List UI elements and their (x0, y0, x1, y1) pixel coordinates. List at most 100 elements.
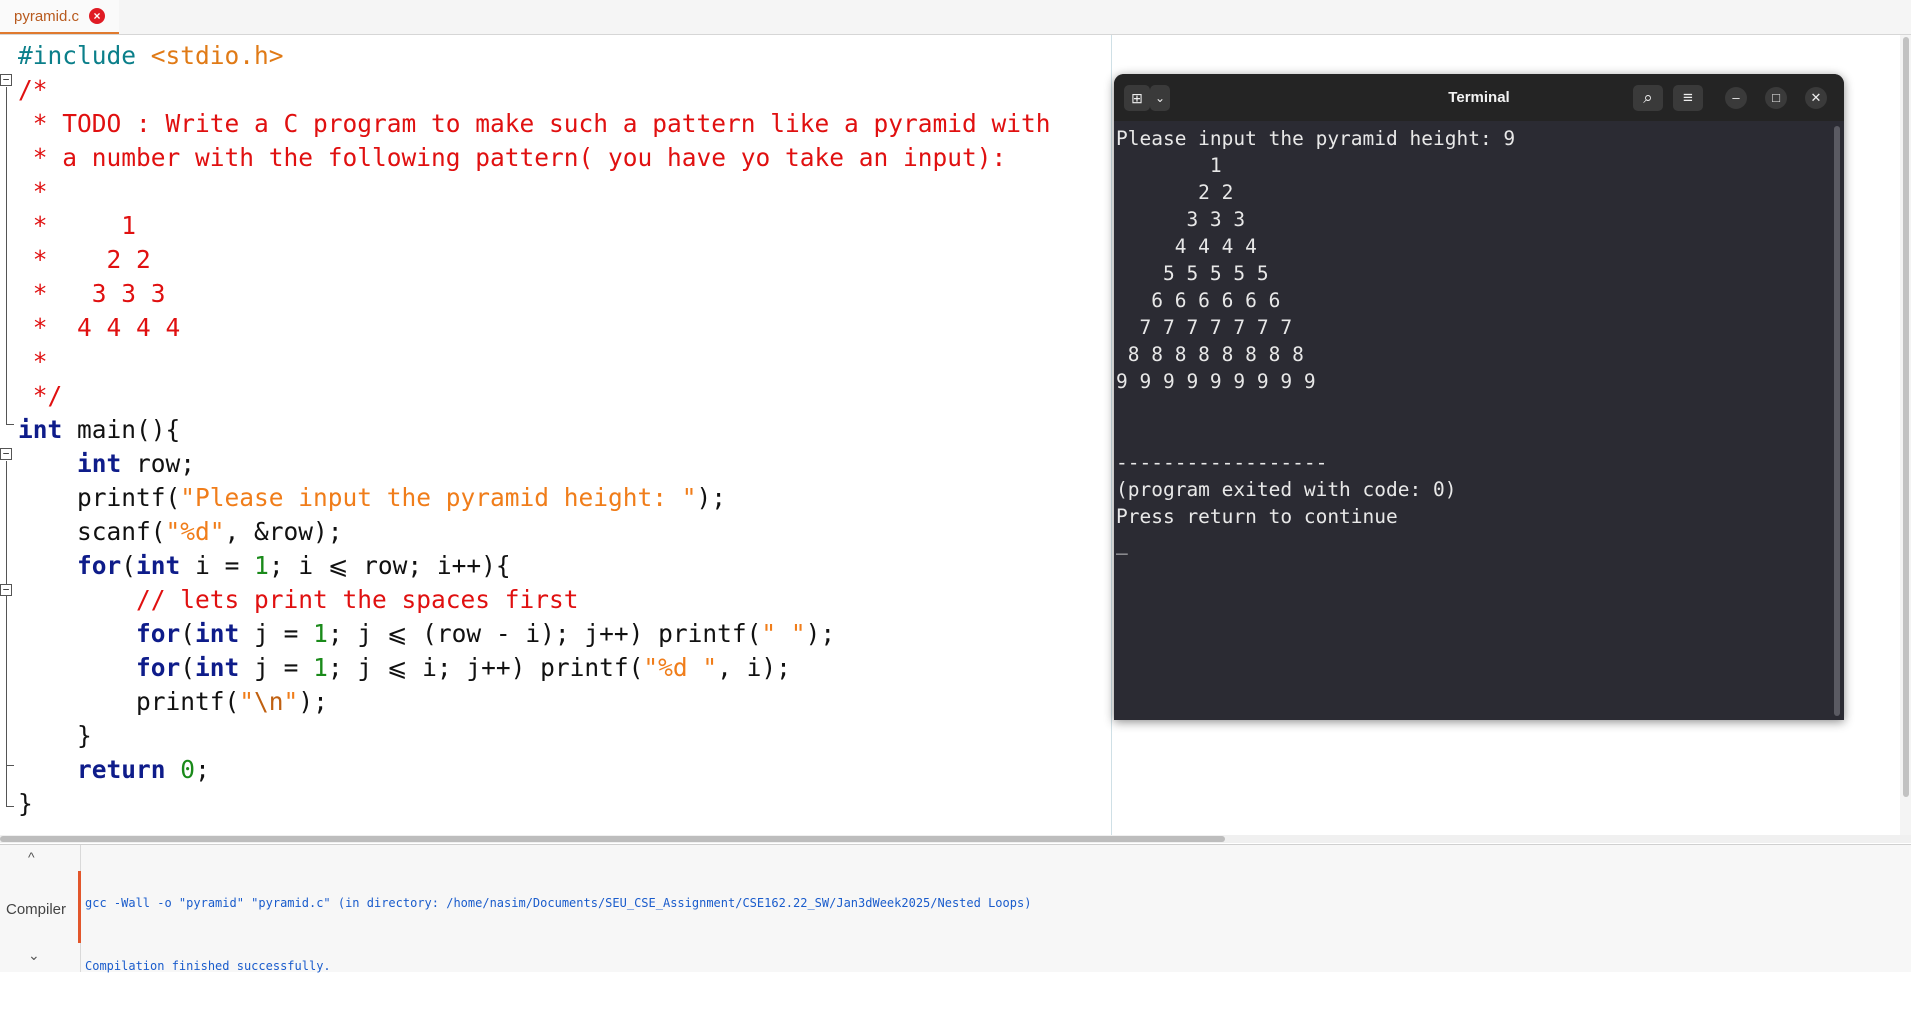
code-token: j = (239, 653, 314, 682)
code-token: * 3 3 3 (18, 279, 166, 308)
code-token: " (283, 687, 299, 716)
tab-pyramid-c[interactable]: pyramid.c × (0, 0, 120, 34)
terminal-line: 2 2 (1116, 181, 1234, 204)
code-token: ); (298, 687, 328, 716)
code-token: } (18, 721, 92, 750)
scrollbar-thumb[interactable] (0, 836, 1225, 842)
chevron-up-icon[interactable]: ^ (28, 849, 35, 865)
terminal-line: ------------------ (1116, 451, 1328, 474)
code-token: "%d " (643, 653, 718, 682)
code-token: , i); (717, 653, 791, 682)
fold-end-marker (6, 806, 14, 807)
terminal-line: 8 8 8 8 8 8 8 8 (1116, 343, 1304, 366)
editor-vertical-scrollbar[interactable] (1900, 35, 1911, 835)
fold-line (6, 87, 7, 424)
code-line: #include <stdio.h> (18, 39, 1051, 73)
code-token: // lets print the spaces first (18, 585, 579, 614)
code-token: * 2 2 (18, 245, 151, 274)
code-line: scanf("%d", &row); (18, 515, 1051, 549)
code-line: // lets print the spaces first (18, 583, 1051, 617)
code-line: } (18, 719, 1051, 753)
code-line: int row; (18, 447, 1051, 481)
code-token: 0 (180, 755, 196, 784)
code-token: * TODO : Write a C program to make such … (18, 109, 1051, 138)
terminal-window[interactable]: ⊞ ⌄ ⌕ ≡ – □ ✕ Terminal Please input the … (1114, 74, 1844, 720)
message-panel: ^ Compiler ⌄ gcc -Wall -o "pyramid" "pyr… (0, 844, 1911, 973)
code-line: * 3 3 3 (18, 277, 1051, 311)
code-token: } (18, 789, 33, 818)
code-token: ; j ⩽ i; j++) printf( (327, 653, 644, 682)
code-token: * (18, 347, 48, 376)
code-line: * 2 2 (18, 243, 1051, 277)
code-token: int (77, 449, 122, 478)
code-token: for (136, 653, 181, 682)
fold-gutter: − − − (0, 35, 14, 835)
code-line: return 0; (18, 753, 1051, 787)
code-token: ; (195, 755, 210, 784)
code-token: i = (180, 551, 255, 580)
active-tab-indicator (78, 871, 81, 943)
terminal-line: 1 (1116, 154, 1222, 177)
tab-close-icon[interactable]: × (89, 8, 106, 24)
code-token: * 1 (18, 211, 137, 240)
long-line-marker (1111, 35, 1112, 835)
new-tab-icon[interactable]: ⊞ (1124, 85, 1150, 111)
code-token: ; j ⩽ (row - i); j++) printf( (327, 619, 762, 648)
code-token: printf( (18, 687, 240, 716)
code-token: scanf( (18, 517, 166, 546)
code-token: 1 (313, 653, 328, 682)
code-line: */ (18, 379, 1051, 413)
chevron-down-icon[interactable]: ⌄ (28, 947, 40, 964)
code-token: ; i ⩽ row; i++){ (268, 551, 511, 580)
code-token: row; (121, 449, 196, 478)
menu-icon[interactable]: ≡ (1673, 85, 1703, 111)
code-line: int main(){ (18, 413, 1051, 447)
code-token: <stdio.h> (150, 41, 284, 70)
terminal-line: 7 7 7 7 7 7 7 (1116, 316, 1293, 339)
compiler-log-line: gcc -Wall -o "pyramid" "pyramid.c" (in d… (85, 896, 1032, 910)
close-icon[interactable]: ✕ (1805, 87, 1827, 109)
code-token: ( (180, 653, 196, 682)
code-token: int (195, 653, 240, 682)
code-token: * (18, 177, 48, 206)
terminal-header-bar[interactable]: ⊞ ⌄ ⌕ ≡ – □ ✕ Terminal (1114, 74, 1844, 121)
chevron-down-icon[interactable]: ⌄ (1150, 85, 1170, 111)
code-token: return (77, 755, 166, 784)
code-token: */ (18, 381, 63, 410)
terminal-output[interactable]: Please input the pyramid height: 9 1 2 2… (1116, 121, 1832, 720)
editor-horizontal-scrollbar[interactable] (0, 835, 1911, 843)
code-token: int (136, 551, 181, 580)
tab-compiler[interactable]: Compiler (6, 901, 66, 918)
code-token: "Please input the pyramid height: " (180, 483, 697, 512)
fold-toggle-icon[interactable]: − (0, 584, 12, 596)
code-line: printf("Please input the pyramid height:… (18, 481, 1051, 515)
code-token: \n (254, 687, 284, 716)
code-token: 1 (313, 619, 328, 648)
code-line: /* (18, 73, 1051, 107)
search-icon[interactable]: ⌕ (1633, 85, 1663, 111)
code-token: * 4 4 4 4 (18, 313, 181, 342)
fold-toggle-icon[interactable]: − (0, 448, 12, 460)
code-token: * a number with the following pattern( y… (18, 143, 1007, 172)
code-token: ( (121, 551, 137, 580)
fold-toggle-icon[interactable]: − (0, 74, 12, 86)
compiler-output: gcc -Wall -o "pyramid" "pyramid.c" (in d… (85, 851, 1031, 1019)
source-code[interactable]: #include <stdio.h>/* * TODO : Write a C … (18, 39, 1051, 821)
terminal-line: 4 4 4 4 (1116, 235, 1257, 258)
code-line: * TODO : Write a C program to make such … (18, 107, 1051, 141)
code-line: for(int j = 1; j ⩽ i; j++) printf("%d ",… (18, 651, 1051, 685)
code-token: "%d" (165, 517, 225, 546)
code-token: for (136, 619, 181, 648)
maximize-icon[interactable]: □ (1765, 87, 1787, 109)
terminal-scrollbar[interactable] (1834, 126, 1840, 716)
code-token: " " (761, 619, 806, 648)
terminal-line: (program exited with code: 0) (1116, 478, 1457, 501)
minimize-icon[interactable]: – (1725, 87, 1747, 109)
scrollbar-thumb[interactable] (1903, 37, 1909, 797)
